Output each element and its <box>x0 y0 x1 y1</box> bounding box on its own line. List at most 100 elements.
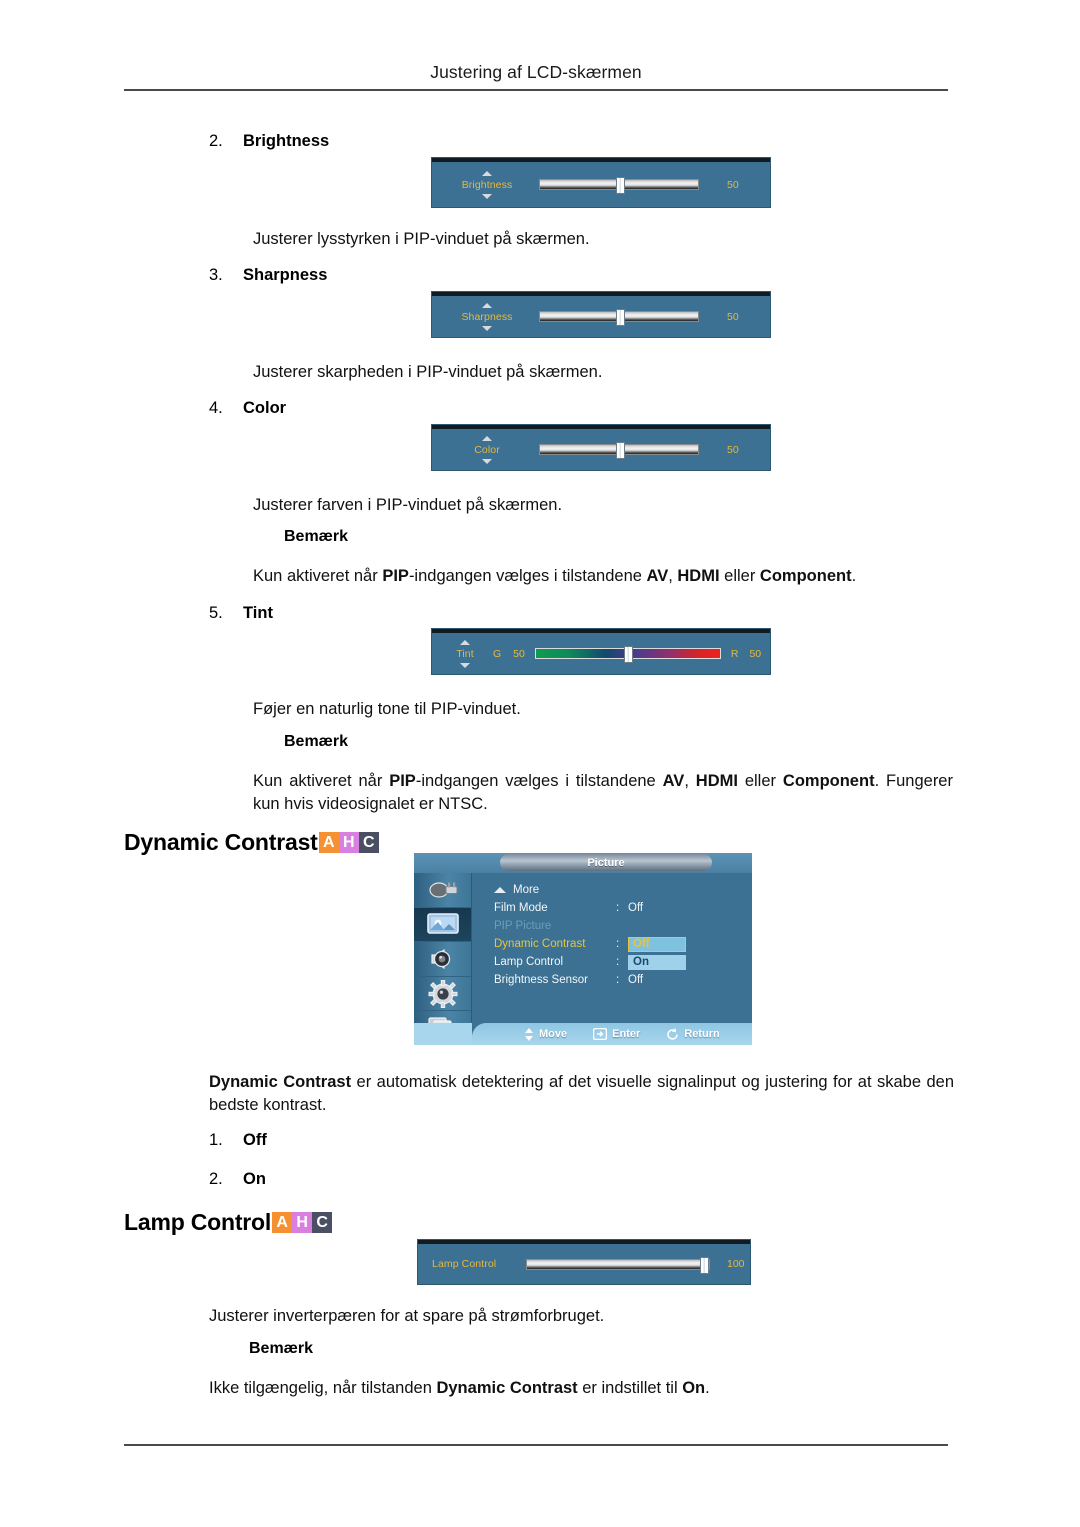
footer-divider <box>124 1444 948 1446</box>
slider-value: 50 <box>727 310 739 323</box>
slider-handle[interactable] <box>624 646 634 663</box>
osd-slider-sharpness[interactable]: Sharpness 50 <box>432 292 770 337</box>
note-label-1: Bemærk <box>284 528 349 545</box>
note-part: , <box>684 772 696 790</box>
osd-footer-bar: Move Enter Return <box>472 1023 752 1045</box>
list-item-brightness: 2. Brightness <box>209 132 329 151</box>
osd-row-value[interactable]: On <box>628 954 686 970</box>
option-item-off: 1. Off <box>209 1131 267 1150</box>
osd-row-brightness-sensor[interactable]: Brightness Sensor : Off <box>494 971 752 989</box>
picture-icon <box>426 913 459 935</box>
slider-label-group: Sharpness <box>445 302 529 331</box>
osd-content: More Film Mode : Off PIP Picture Dynamic… <box>472 873 752 1045</box>
slider-label: Lamp Control <box>432 1258 497 1270</box>
osd-row-key: Brightness Sensor <box>494 974 588 986</box>
note-part: , <box>668 567 678 585</box>
arrow-up-icon[interactable] <box>482 170 492 176</box>
osd-row-key: Film Mode <box>494 902 548 914</box>
slider-value: 50 <box>727 443 739 456</box>
input-icon <box>428 882 457 898</box>
description-color: Justerer farven i PIP-vinduet på skærmen… <box>253 496 563 514</box>
osd-row-more[interactable]: More <box>494 881 752 899</box>
slider-track[interactable] <box>539 309 699 326</box>
description-sharpness: Justerer skarpheden i PIP-vinduet på skæ… <box>253 363 603 381</box>
arrow-up-icon[interactable] <box>482 302 492 308</box>
arrow-down-icon[interactable] <box>482 325 492 331</box>
option-number: 1. <box>209 1131 223 1149</box>
osd-row-lamp-control[interactable]: Lamp Control : On <box>494 953 752 971</box>
note-bold-hdmi: HDMI <box>695 772 738 790</box>
arrow-down-icon[interactable] <box>482 193 492 199</box>
slider-handle[interactable] <box>615 309 625 326</box>
slider-label-group: Tint <box>445 639 485 668</box>
option-number: 2. <box>209 1170 223 1188</box>
note-bold-av: AV <box>646 567 669 585</box>
arrow-up-icon[interactable] <box>482 435 492 441</box>
return-icon <box>667 1028 678 1040</box>
slider-track[interactable] <box>534 646 721 663</box>
note-text-2: Kun aktiveret når PIP-indgangen vælges i… <box>253 770 953 817</box>
osd-slider-tint[interactable]: Tint G 50 R 50 <box>432 629 770 674</box>
note-bold-component: Component <box>782 772 875 790</box>
item-title: Sharpness <box>243 266 328 284</box>
slider-label-group: Color <box>445 435 529 464</box>
note-label-2: Bemærk <box>284 733 349 750</box>
osd-slider-color[interactable]: Color 50 <box>432 425 770 470</box>
osd-row-value[interactable]: Off <box>628 936 686 952</box>
badge-c: C <box>358 832 379 853</box>
osd-row-film-mode[interactable]: Film Mode : Off <box>494 899 752 917</box>
arrow-down-icon[interactable] <box>482 458 492 464</box>
osd-footer-label: Return <box>684 1028 720 1040</box>
osd-slider-brightness[interactable]: Brightness 50 <box>432 158 770 207</box>
badge-a: A <box>272 1212 293 1233</box>
osd-sidebar-item-input[interactable] <box>414 873 471 908</box>
tint-right-value: 50 <box>749 647 762 660</box>
note-bold-component: Component <box>759 567 852 585</box>
sound-icon <box>430 948 450 970</box>
slider-handle[interactable] <box>700 1256 709 1274</box>
slider-handle[interactable] <box>615 177 625 194</box>
badge-h: H <box>338 832 359 853</box>
tint-left-value: 50 <box>513 647 525 660</box>
osd-body: More Film Mode : Off PIP Picture Dynamic… <box>414 873 752 1045</box>
slider-track[interactable] <box>539 177 699 194</box>
osd-sidebar-item-picture[interactable] <box>414 907 471 943</box>
osd-footer-enter[interactable]: Enter <box>593 1028 640 1040</box>
osd-row-dynamic-contrast[interactable]: Dynamic Contrast : Off <box>494 935 752 953</box>
slider-track[interactable] <box>539 442 699 459</box>
osd-row-separator: : <box>616 974 620 986</box>
osd-row-separator: : <box>616 956 620 968</box>
option-label: Off <box>243 1131 267 1149</box>
osd-sidebar-item-sound[interactable] <box>414 942 471 977</box>
note-part: er indstillet til <box>577 1379 683 1397</box>
chevron-up-icon <box>494 887 506 893</box>
osd-slider-lamp-control[interactable]: Lamp Control 100 <box>418 1240 750 1284</box>
arrow-down-icon[interactable] <box>460 662 470 668</box>
note-text-3: Ikke tilgængelig, når tilstanden Dynamic… <box>209 1377 949 1400</box>
note-part: eller <box>737 772 783 790</box>
note-part: -indgangen vælges i tilstandene <box>415 772 663 790</box>
document-page: Justering af LCD-skærmen 2. Brightness B… <box>0 0 1080 1527</box>
slider-handle[interactable] <box>615 442 625 459</box>
osd-menu-picture[interactable]: Picture More Film Mode: Off PIP Picture… <box>414 853 752 1045</box>
slider-label-group: Brightness <box>445 170 529 199</box>
osd-sidebar-item-setup[interactable] <box>414 977 471 1012</box>
osd-footer-move[interactable]: Move <box>524 1027 567 1041</box>
description-dynamic-contrast: Dynamic Contrast er automatisk detekteri… <box>209 1071 954 1118</box>
slider-track[interactable] <box>526 1256 710 1274</box>
item-title: Color <box>243 399 287 417</box>
osd-row-separator: : <box>616 938 620 950</box>
arrow-up-icon[interactable] <box>460 639 470 645</box>
osd-icon-sidebar[interactable] <box>414 873 472 1045</box>
note-part: -indgangen vælges i tilstandene <box>408 567 647 585</box>
slider-value: 50 <box>727 178 739 191</box>
desc-bold-lead: Dynamic Contrast <box>209 1073 352 1091</box>
osd-footer-return[interactable]: Return <box>666 1028 720 1041</box>
osd-title-bar: Picture <box>414 853 752 873</box>
enter-icon <box>593 1028 608 1040</box>
slider-value: 100 <box>727 1258 745 1270</box>
note-part: . <box>851 567 857 585</box>
section-heading-dynamic-contrast: Dynamic Contrast A H C <box>124 829 379 856</box>
osd-title-pill: Picture <box>500 854 712 871</box>
osd-footer-label: Enter <box>612 1028 641 1040</box>
